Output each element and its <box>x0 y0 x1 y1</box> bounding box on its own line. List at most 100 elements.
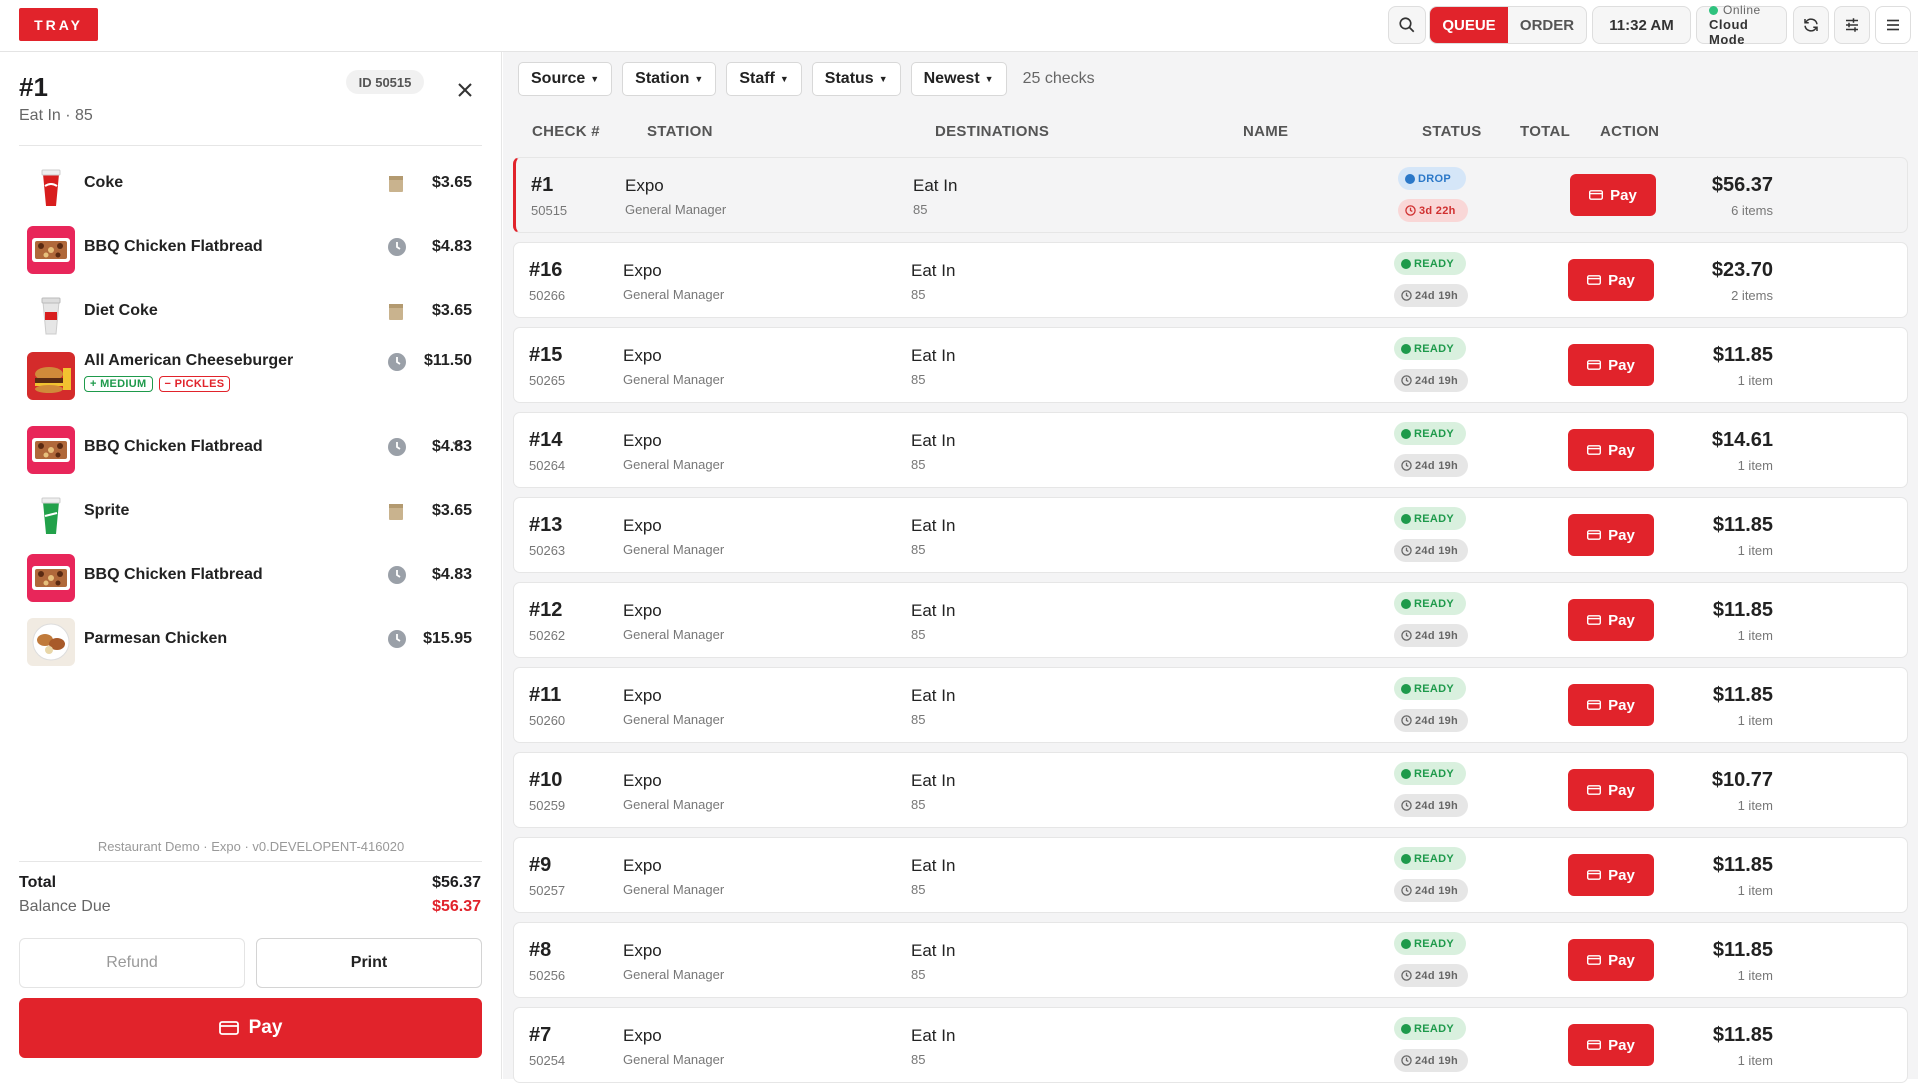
station-name: Expo <box>623 601 662 620</box>
check-total: $10.77 <box>1711 769 1773 791</box>
check-detail-panel: #1 Eat In · 85 ID 50515 Coke $3.65 BBQ C… <box>0 52 502 1079</box>
sort-newest[interactable]: Newest ▼ <box>910 62 1007 96</box>
check-id: 50263 <box>529 543 566 558</box>
clock-icon <box>387 629 407 649</box>
check-total: $56.37 <box>1711 174 1773 196</box>
row-pay-button[interactable]: Pay <box>1568 1024 1654 1066</box>
status-dot-icon <box>1401 428 1411 439</box>
row-pay-button[interactable]: Pay <box>1568 344 1654 386</box>
search-button[interactable] <box>1388 6 1426 44</box>
check-count: 25 checks <box>1022 70 1095 87</box>
row-pay-button[interactable]: Pay <box>1568 599 1654 641</box>
item-thumbnail <box>27 490 75 538</box>
table-row[interactable]: #7 50254 Expo General Manager Eat In 85 READY 2… <box>513 1007 1908 1083</box>
order-item[interactable]: All American Cheeseburger + MEDIUM − PIC… <box>19 342 482 418</box>
table-row[interactable]: #10 50259 Expo General Manager Eat In 85 READY… <box>513 752 1908 828</box>
close-button[interactable] <box>453 78 477 102</box>
item-modifiers: + MEDIUM − PICKLES <box>84 376 231 392</box>
status-label: READY <box>1414 1022 1455 1035</box>
order-item[interactable]: Diet Coke $3.65 <box>19 284 482 344</box>
destination: Eat In <box>911 1026 956 1045</box>
age-badge: 24d 19h <box>1394 709 1468 732</box>
row-pay-button[interactable]: Pay <box>1568 939 1654 981</box>
status-label: READY <box>1414 342 1455 355</box>
filter-staff[interactable]: Staff ▼ <box>726 62 802 96</box>
check-id: 50254 <box>529 1053 566 1068</box>
filter-station[interactable]: Station ▼ <box>622 62 717 96</box>
age-badge: 24d 19h <box>1394 369 1468 392</box>
table-row[interactable]: #8 50256 Expo General Manager Eat In 85 READY 2… <box>513 922 1908 998</box>
timer-icon <box>1401 545 1412 556</box>
refresh-icon <box>1804 18 1818 32</box>
age-badge: 24d 19h <box>1394 539 1468 562</box>
order-item[interactable]: BBQ Chicken Flatbread $4.83 <box>19 420 482 480</box>
status-badge: READY <box>1394 507 1466 530</box>
table-row[interactable]: #13 50263 Expo General Manager Eat In 85 READY… <box>513 497 1908 573</box>
refund-button[interactable]: Refund <box>19 938 245 988</box>
age-label: 24d 19h <box>1415 884 1459 897</box>
row-pay-button[interactable]: Pay <box>1568 259 1654 301</box>
order-item[interactable]: Coke $3.65 <box>19 156 482 216</box>
credit-card-icon <box>1587 530 1602 540</box>
connection-status[interactable]: Online Cloud Mode <box>1696 3 1787 47</box>
table-row[interactable]: #11 50260 Expo General Manager Eat In 85 READY… <box>513 667 1908 743</box>
order-item[interactable]: BBQ Chicken Flatbread $4.83 <box>19 220 482 280</box>
status-badge: READY <box>1394 677 1466 700</box>
row-pay-button[interactable]: Pay <box>1568 514 1654 556</box>
table-row[interactable]: #16 50266 Expo General Manager Eat In 85 READY… <box>513 242 1908 318</box>
menu-button[interactable] <box>1875 6 1911 44</box>
timer-icon <box>1401 630 1412 641</box>
destination-detail: 85 <box>911 627 926 642</box>
row-pay-button[interactable]: Pay <box>1570 174 1656 216</box>
order-item[interactable]: BBQ Chicken Flatbread $4.83 <box>19 548 482 608</box>
status-dot-icon <box>1401 598 1411 609</box>
timer-icon <box>1401 375 1412 386</box>
row-pay-button[interactable]: Pay <box>1568 684 1654 726</box>
staff-name: General Manager <box>623 967 725 982</box>
dropdown-caret-icon: ▼ <box>590 74 600 84</box>
check-id: 50265 <box>529 373 566 388</box>
order-item[interactable]: Parmesan Chicken $15.95 <box>19 612 482 672</box>
item-count: 1 item <box>1737 968 1773 983</box>
order-item[interactable]: Sprite $3.65 <box>19 484 482 544</box>
check-number: #1 <box>531 174 554 196</box>
table-row[interactable]: #12 50262 Expo General Manager Eat In 85 READY… <box>513 582 1908 658</box>
tab-order[interactable]: ORDER <box>1508 7 1586 43</box>
status-badge: READY <box>1394 847 1466 870</box>
check-number: #12 <box>529 599 563 621</box>
refresh-button[interactable] <box>1793 6 1829 44</box>
check-id: 50259 <box>529 798 566 813</box>
pay-label: Pay <box>248 1017 283 1038</box>
bag-icon <box>387 501 407 521</box>
table-row[interactable]: #15 50265 Expo General Manager Eat In 85 READY… <box>513 327 1908 403</box>
check-id: 50262 <box>529 628 566 643</box>
table-row[interactable]: #1 50515 Expo General Manager Eat In 85 DROP 3d… <box>513 157 1908 233</box>
print-button[interactable]: Print <box>256 938 482 988</box>
filter-settings-button[interactable] <box>1834 6 1870 44</box>
row-pay-button[interactable]: Pay <box>1568 769 1654 811</box>
item-price: $4.83 <box>431 238 472 255</box>
pay-button[interactable]: Pay <box>19 998 482 1058</box>
check-queue-panel: Source ▼ Station ▼ Staff ▼ Status ▼ Newest ▼ … <box>503 52 1918 1083</box>
item-thumbnail <box>27 162 75 210</box>
status-label: READY <box>1414 767 1455 780</box>
header-destinations: DESTINATIONS <box>935 123 1050 140</box>
staff-name: General Manager <box>623 457 725 472</box>
filter-source[interactable]: Source ▼ <box>518 62 613 96</box>
destination-detail: 85 <box>911 457 926 472</box>
filter-label: Staff <box>739 70 775 87</box>
table-row[interactable]: #14 50264 Expo General Manager Eat In 85 READY… <box>513 412 1908 488</box>
staff-name: General Manager <box>623 627 725 642</box>
status-badge: READY <box>1394 252 1466 275</box>
row-pay-button[interactable]: Pay <box>1568 429 1654 471</box>
row-pay-button[interactable]: Pay <box>1568 854 1654 896</box>
check-id: 50256 <box>529 968 566 983</box>
credit-card-icon <box>1587 1040 1602 1050</box>
tab-queue[interactable]: QUEUE <box>1430 7 1508 43</box>
filter-status[interactable]: Status ▼ <box>811 62 901 96</box>
pay-label: Pay <box>1608 696 1635 714</box>
table-row[interactable]: #9 50257 Expo General Manager Eat In 85 READY 2… <box>513 837 1908 913</box>
timer-icon <box>1401 290 1412 301</box>
age-label: 24d 19h <box>1415 374 1459 387</box>
pay-label: Pay <box>1608 356 1635 374</box>
